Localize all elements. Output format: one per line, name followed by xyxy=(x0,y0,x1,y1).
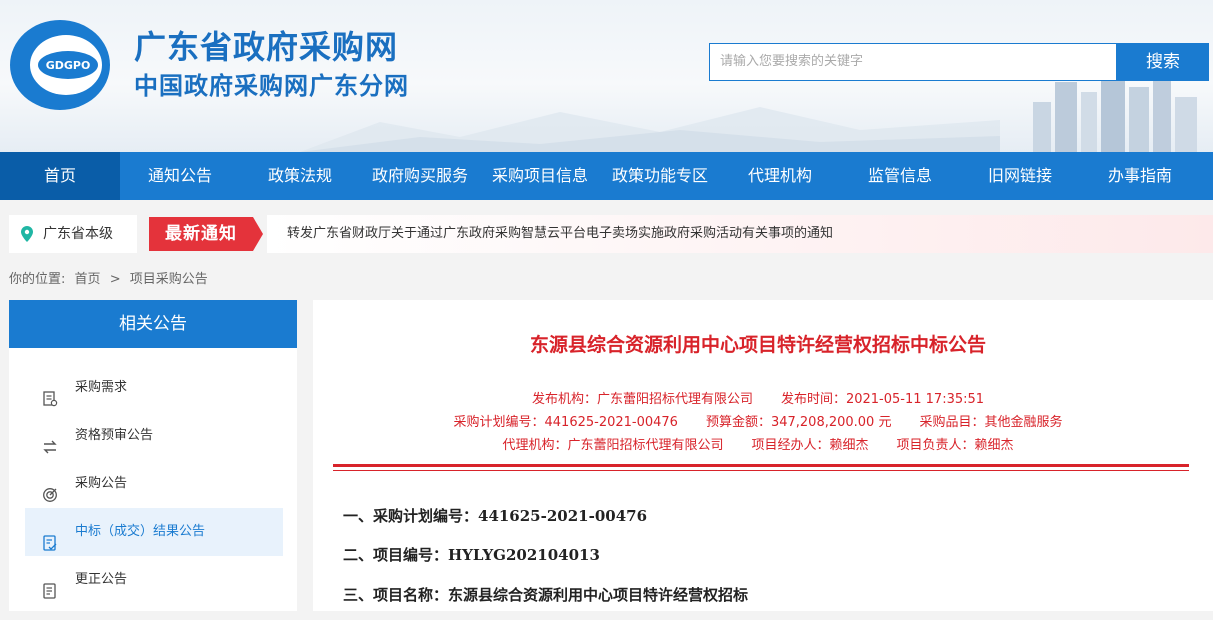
sidebar-list: 采购需求资格预审公告 采购公告中标（成交）结果公告 更正公告 xyxy=(25,364,283,604)
sidebar-item-0[interactable]: 采购需求 xyxy=(25,364,283,412)
article-meta-field: 采购计划编号：441625-2021-00476 xyxy=(453,415,678,430)
article-meta-field: 项目经办人：赖细杰 xyxy=(751,438,869,453)
title-divider xyxy=(333,464,1189,467)
logo-lettering: GDGPO xyxy=(46,59,91,72)
sidebar-item-label: 中标（成交）结果公告 xyxy=(75,524,206,539)
article-meta-field: 发布时间：2021-05-11 17:35:51 xyxy=(780,392,985,407)
notice-bar: 广东省本级 最新通知 转发广东省财政厅关于通过广东政府采购智慧云平台电子卖场实施… xyxy=(9,215,1213,253)
breadcrumb-current[interactable]: 项目采购公告 xyxy=(130,272,208,287)
breadcrumb-home-link[interactable]: 首页 xyxy=(75,272,101,287)
nav-item-2[interactable]: 政策法规 xyxy=(240,152,360,200)
nav-item-6[interactable]: 代理机构 xyxy=(720,152,840,200)
latest-notice-badge: 最新通知 xyxy=(149,217,263,251)
sidebar-item-3[interactable]: 中标（成交）结果公告 xyxy=(25,508,283,556)
swap-arrows-icon xyxy=(42,428,58,454)
nav-item-9[interactable]: 办事指南 xyxy=(1080,152,1200,200)
breadcrumb-prefix: 你的位置: xyxy=(9,272,66,287)
article-meta-field: 采购品目：其他金融服务 xyxy=(919,415,1063,430)
region-selector[interactable]: 广东省本级 xyxy=(9,215,137,253)
document-list-icon xyxy=(42,380,58,407)
article-meta-field: 预算金额：347,208,200.00 元 xyxy=(705,415,892,430)
sidebar-item-label: 更正公告 xyxy=(75,572,128,587)
nav-item-7[interactable]: 监管信息 xyxy=(840,152,960,200)
site-brand[interactable]: 广东省政府采购网 中国政府采购网广东分网 xyxy=(134,28,409,102)
search-button[interactable]: 搜索 xyxy=(1117,43,1209,81)
document-check-icon xyxy=(42,524,58,551)
sidebar-item-1[interactable]: 资格预审公告 xyxy=(25,412,283,460)
main-nav: 首页 通知公告 政策法规 政府购买服务 采购项目信息 政策功能专区 代理机构 监管信息 旧网链接… xyxy=(0,152,1213,200)
sidebar-item-4[interactable]: 更正公告 xyxy=(25,556,283,604)
gdgpo-logo-icon: GDGPO xyxy=(10,20,110,110)
nav-item-4[interactable]: 采购项目信息 xyxy=(480,152,600,200)
article-paragraph-1: 一、采购计划编号：441625-2021-00476 xyxy=(343,507,648,525)
nav-item-5[interactable]: 政策功能专区 xyxy=(600,152,720,200)
related-notices-sidebar: 相关公告 采购需求资格预审公告 采购公告中标（成交）结果公告 更正公告 xyxy=(9,300,297,611)
sidebar-item-2[interactable]: 采购公告 xyxy=(25,460,283,508)
nav-item-8[interactable]: 旧网链接 xyxy=(960,152,1080,200)
site-header: GDGPO 广东省政府采购网 中国政府采购网广东分网 请输入您要搜索的关键字 搜… xyxy=(0,0,1213,152)
article-meta-row-1: 发布机构：广东蕾阳招标代理有限公司 发布时间：2021-05-11 17:35:5… xyxy=(313,388,1203,407)
search-input[interactable]: 请输入您要搜索的关键字 xyxy=(709,43,1117,81)
region-label: 广东省本级 xyxy=(43,226,113,242)
document-edit-icon xyxy=(42,572,58,599)
site-subtitle: 中国政府采购网广东分网 xyxy=(134,72,409,100)
sidebar-item-label: 采购公告 xyxy=(75,476,128,491)
nav-item-3[interactable]: 政府购买服务 xyxy=(360,152,480,200)
location-pin-icon xyxy=(21,226,33,242)
target-icon xyxy=(42,476,58,502)
article-paragraph-3: 三、项目名称：东源县综合资源利用中心项目特许经营权招标 xyxy=(343,586,749,604)
site-title: 广东省政府采购网 xyxy=(134,28,399,66)
sidebar-item-label: 资格预审公告 xyxy=(75,428,154,443)
breadcrumb: 你的位置: 首页 > 项目采购公告 xyxy=(9,268,213,287)
breadcrumb-separator: > xyxy=(109,272,121,287)
nav-item-1[interactable]: 通知公告 xyxy=(120,152,240,200)
sidebar-item-label: 采购需求 xyxy=(75,380,128,395)
nav-item-0[interactable]: 首页 xyxy=(0,152,120,200)
title-divider-thin xyxy=(333,470,1189,471)
latest-notice-link[interactable]: 转发广东省财政厅关于通过广东政府采购智慧云平台电子卖场实施政府采购活动有关事项的… xyxy=(267,215,1213,253)
article-paragraph-2: 二、项目编号：HYLYG202104013 xyxy=(343,546,600,564)
sidebar-title: 相关公告 xyxy=(9,300,297,348)
article-meta-field: 发布机构：广东蕾阳招标代理有限公司 xyxy=(531,392,753,407)
article-panel: 东源县综合资源利用中心项目特许经营权招标中标公告 发布机构：广东蕾阳招标代理有限… xyxy=(313,300,1213,611)
article-meta-field: 代理机构：广东蕾阳招标代理有限公司 xyxy=(502,438,724,453)
article-title: 东源县综合资源利用中心项目特许经营权招标中标公告 xyxy=(529,334,986,356)
article-meta-field: 项目负责人：赖细杰 xyxy=(896,438,1014,453)
article-meta-row-2: 采购计划编号：441625-2021-00476 预算金额：347,208,200… xyxy=(313,411,1203,430)
article-meta-row-3: 代理机构：广东蕾阳招标代理有限公司 项目经办人：赖细杰 项目负责人：赖细杰 xyxy=(313,434,1203,453)
